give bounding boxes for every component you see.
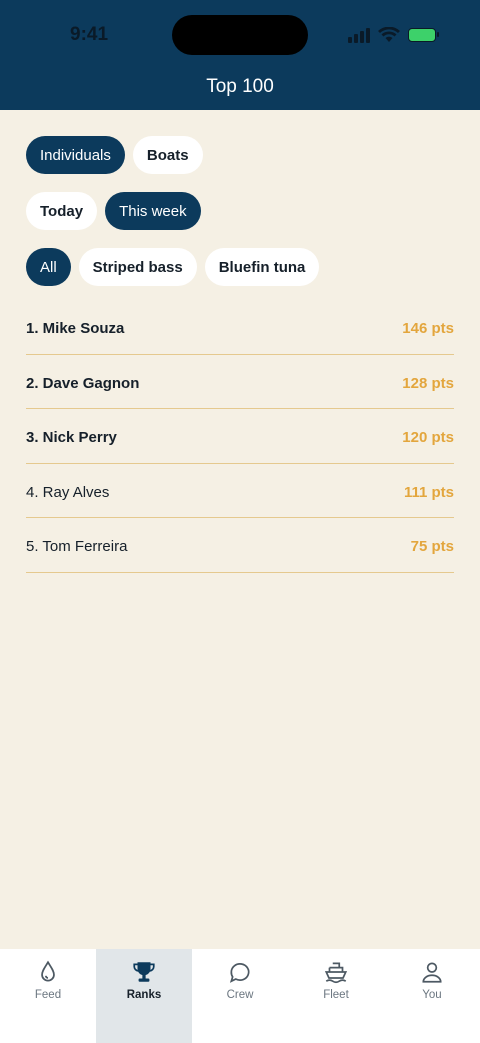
- tab-label: Fleet: [323, 989, 349, 1001]
- angler-name: 5. Tom Ferreira: [26, 538, 128, 556]
- filter-bluefin-tuna[interactable]: Bluefin tuna: [204, 248, 320, 286]
- tab-label: Ranks: [126, 989, 162, 1001]
- angler-name: 4. Ray Alves: [26, 483, 110, 501]
- battery-icon: [408, 28, 439, 42]
- points-value: 75 pts: [410, 538, 454, 556]
- filter-all[interactable]: All: [26, 248, 71, 286]
- chat-icon: [229, 963, 250, 983]
- signal-icon: [348, 27, 370, 43]
- tab-ranks[interactable]: Ranks: [96, 949, 192, 1043]
- points-value: 111 pts: [403, 483, 454, 501]
- app-header: 9:41 Top 100: [0, 0, 480, 110]
- boat-icon: [324, 962, 348, 984]
- angler-name: 1. Mike Souza: [26, 320, 125, 338]
- tab-crew[interactable]: Crew: [192, 949, 288, 1043]
- list-item[interactable]: 4. Ray Alves 111 pts: [26, 464, 454, 518]
- tab-feed[interactable]: Feed: [0, 949, 96, 1043]
- person-icon: [422, 962, 442, 983]
- filter-striped-bass[interactable]: Striped bass: [78, 248, 197, 286]
- points-value: 120 pts: [402, 429, 454, 447]
- list-item[interactable]: 2. Dave Gagnon 128 pts: [26, 355, 454, 409]
- wifi-icon: [378, 27, 400, 42]
- filter-boats[interactable]: Boats: [132, 136, 203, 174]
- leaderboard-list: 1. Mike Souza 146 pts 2. Dave Gagnon 128…: [26, 300, 454, 573]
- tab-label: You: [422, 989, 442, 1001]
- dynamic-island: [172, 15, 308, 55]
- list-item[interactable]: 3. Nick Perry 120 pts: [26, 409, 454, 464]
- tab-bar: Feed Ranks Crew Fleet You: [0, 949, 480, 1043]
- drop-icon: [41, 960, 55, 982]
- tab-label: Crew: [226, 989, 254, 1001]
- status-icons: [348, 26, 439, 44]
- period-filter: Today This week: [26, 192, 201, 230]
- tab-fleet[interactable]: Fleet: [288, 949, 384, 1043]
- page-title: Top 100: [206, 76, 274, 97]
- filter-today[interactable]: Today: [26, 192, 98, 230]
- angler-name: 3. Nick Perry: [26, 429, 117, 447]
- angler-name: 2. Dave Gagnon: [26, 374, 140, 392]
- status-time: 9:41: [70, 24, 109, 45]
- points-value: 128 pts: [402, 374, 454, 392]
- list-item[interactable]: 1. Mike Souza 146 pts: [26, 300, 454, 355]
- list-item[interactable]: 5. Tom Ferreira 75 pts: [26, 518, 454, 573]
- filter-this-week[interactable]: This week: [105, 192, 201, 230]
- species-filter: All Striped bass Bluefin tuna: [26, 248, 320, 286]
- scope-filter: Individuals Boats: [26, 136, 203, 174]
- filter-individuals[interactable]: Individuals: [26, 136, 125, 174]
- tab-label: Feed: [34, 989, 62, 1001]
- trophy-icon: [133, 962, 155, 982]
- tab-you[interactable]: You: [384, 949, 480, 1043]
- points-value: 146 pts: [402, 320, 454, 338]
